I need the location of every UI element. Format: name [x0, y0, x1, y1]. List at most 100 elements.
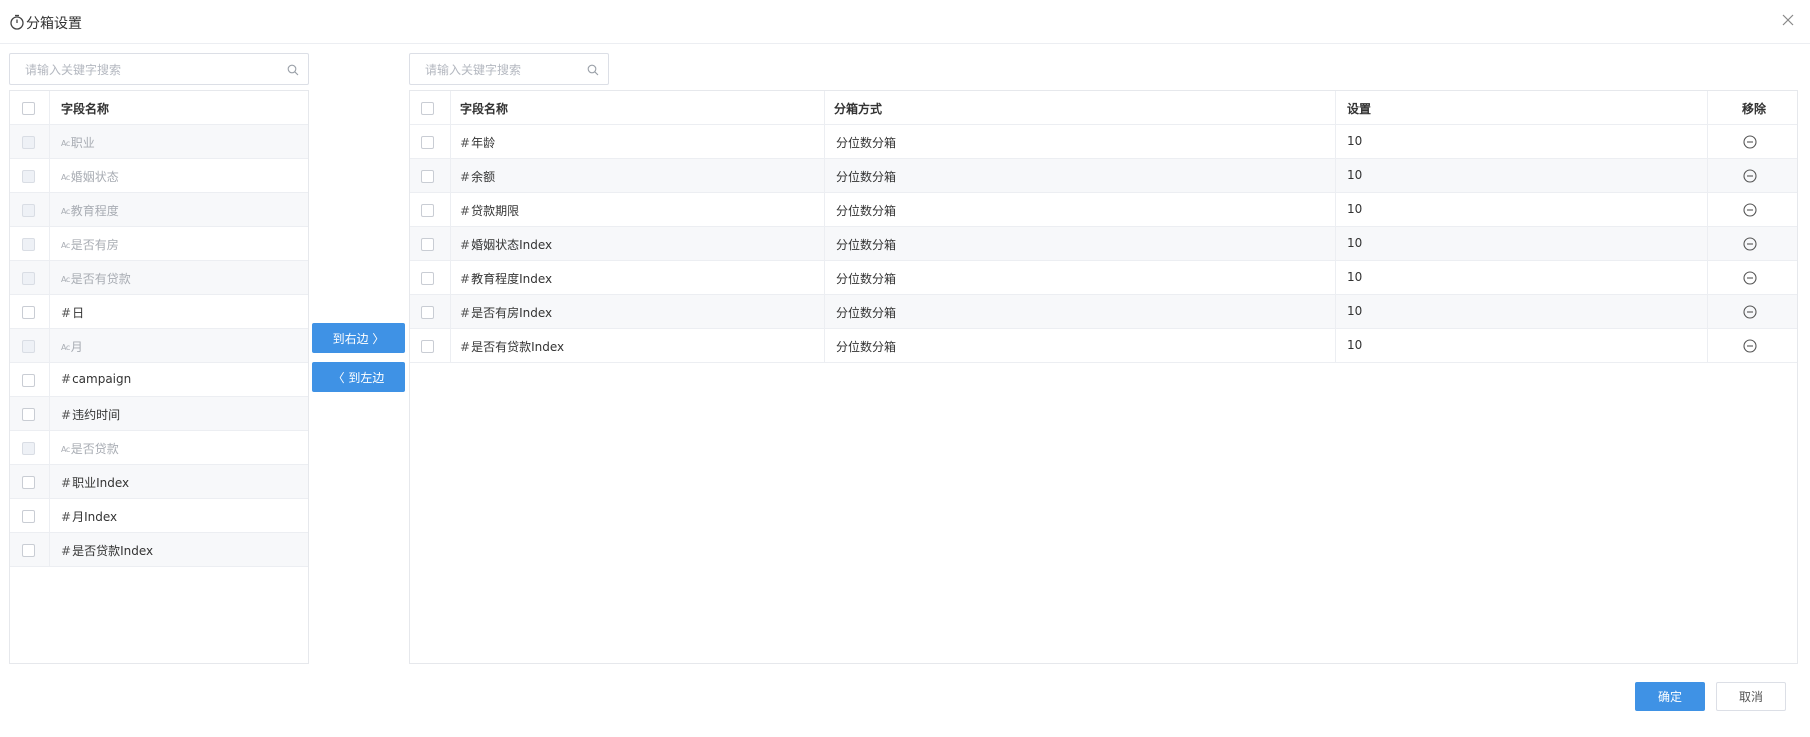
binning-field-checkbox[interactable]: [421, 340, 434, 353]
source-field-row[interactable]: #是否贷款Index: [10, 533, 308, 567]
source-field-row[interactable]: #月Index: [10, 499, 308, 533]
source-field-checkbox[interactable]: [22, 476, 35, 489]
binning-method-select[interactable]: 分位数分箱: [836, 338, 896, 355]
search-icon[interactable]: [587, 64, 599, 76]
source-field-label: campaign: [72, 372, 132, 386]
source-field-name: #campaign: [61, 372, 131, 386]
column-divider: [824, 227, 825, 260]
binning-method-select[interactable]: 分位数分箱: [836, 168, 896, 185]
binning-field-label: 是否有贷款Index: [471, 340, 565, 354]
minus-circle-icon[interactable]: [1742, 338, 1758, 354]
left-search-box: [9, 53, 309, 85]
column-divider: [1335, 91, 1336, 124]
binning-settings-dialog: 分箱设置 字段名称 Ac职业Ac婚姻状态Ac教育程度Ac是否有房Ac是否有贷款#…: [0, 0, 1810, 737]
numeric-type-icon: #: [61, 372, 72, 386]
binning-field-checkbox[interactable]: [421, 136, 434, 149]
text-type-icon: Ac: [61, 343, 70, 352]
source-field-checkbox[interactable]: [22, 306, 35, 319]
binning-setting-value[interactable]: 10: [1347, 338, 1362, 352]
source-field-row[interactable]: #违约时间: [10, 397, 308, 431]
column-divider: [1707, 91, 1708, 124]
source-field-name: Ac教育程度: [61, 202, 119, 219]
binning-method-select[interactable]: 分位数分箱: [836, 236, 896, 253]
source-field-label: 月: [70, 340, 83, 354]
binning-field-table: 字段名称 分箱方式 设置 移除 #年龄 分位数分箱 10 #余额 分位数分箱 10 #贷款期…: [409, 90, 1798, 664]
minus-circle-icon[interactable]: [1742, 270, 1758, 286]
binning-field-checkbox[interactable]: [421, 272, 434, 285]
binning-method-select[interactable]: 分位数分箱: [836, 304, 896, 321]
source-field-checkbox[interactable]: [22, 510, 35, 523]
right-header-row: 字段名称 分箱方式 设置 移除: [410, 91, 1797, 125]
binning-field-label: 余额: [471, 170, 496, 184]
source-field-label: 月Index: [72, 510, 118, 524]
right-search-input[interactable]: [425, 61, 575, 79]
numeric-type-icon: #: [61, 544, 72, 558]
source-field-checkbox: [22, 442, 35, 455]
column-divider: [49, 295, 50, 328]
text-type-icon: Ac: [61, 139, 70, 148]
left-select-all-checkbox[interactable]: [22, 102, 35, 115]
source-field-checkbox[interactable]: [22, 544, 35, 557]
binning-setting-value[interactable]: 10: [1347, 304, 1362, 318]
close-icon[interactable]: [1780, 12, 1796, 28]
binning-setting-value[interactable]: 10: [1347, 134, 1362, 148]
column-divider: [49, 363, 50, 396]
binning-setting-value[interactable]: 10: [1347, 236, 1362, 250]
source-field-label: 教育程度: [70, 204, 119, 218]
text-type-icon: Ac: [61, 241, 70, 250]
binning-field-row: #余额 分位数分箱 10: [410, 159, 1797, 193]
column-divider: [1335, 227, 1336, 260]
binning-field-name: #是否有房Index: [460, 304, 552, 321]
left-search-input[interactable]: [25, 61, 275, 79]
column-divider: [49, 329, 50, 362]
minus-circle-icon[interactable]: [1742, 202, 1758, 218]
binning-method-select[interactable]: 分位数分箱: [836, 202, 896, 219]
binning-field-row: #教育程度Index 分位数分箱 10: [410, 261, 1797, 295]
source-field-row: Ac职业: [10, 125, 308, 159]
binning-field-checkbox[interactable]: [421, 204, 434, 217]
column-divider: [49, 159, 50, 192]
source-field-list: 字段名称 Ac职业 Ac婚姻状态 Ac教育程度 Ac是否有房 Ac是否有贷款 #日 Ac月 #…: [9, 90, 309, 664]
right-select-all-checkbox[interactable]: [421, 102, 434, 115]
text-type-icon: Ac: [61, 445, 70, 454]
column-divider: [49, 125, 50, 158]
source-field-row[interactable]: #职业Index: [10, 465, 308, 499]
header-binning-method: 分箱方式: [834, 102, 883, 116]
column-divider: [1335, 295, 1336, 328]
column-divider: [1707, 125, 1708, 158]
source-field-label: 是否有贷款: [70, 272, 131, 286]
move-to-right-button[interactable]: 到右边 〉: [312, 323, 405, 353]
binning-field-row: #年龄 分位数分箱 10: [410, 125, 1797, 159]
source-field-row[interactable]: #campaign: [10, 363, 308, 397]
minus-circle-icon[interactable]: [1742, 304, 1758, 320]
binning-field-label: 是否有房Index: [471, 306, 553, 320]
binning-field-checkbox[interactable]: [421, 238, 434, 251]
confirm-button[interactable]: 确定: [1635, 682, 1705, 711]
search-icon[interactable]: [287, 64, 299, 76]
column-divider: [450, 91, 451, 124]
timer-icon: [10, 14, 24, 30]
source-field-name: Ac月: [61, 338, 83, 355]
source-field-name: Ac职业: [61, 134, 95, 151]
binning-method-select[interactable]: 分位数分箱: [836, 134, 896, 151]
minus-circle-icon[interactable]: [1742, 134, 1758, 150]
minus-circle-icon[interactable]: [1742, 236, 1758, 252]
source-field-name: #月Index: [61, 508, 117, 525]
binning-setting-value[interactable]: 10: [1347, 202, 1362, 216]
header-remove: 移除: [1742, 102, 1767, 116]
numeric-type-icon: #: [61, 408, 72, 422]
binning-method-select[interactable]: 分位数分箱: [836, 270, 896, 287]
move-to-left-button[interactable]: 〈 到左边: [312, 362, 405, 392]
minus-circle-icon[interactable]: [1742, 168, 1758, 184]
column-divider: [49, 91, 50, 124]
source-field-checkbox[interactable]: [22, 374, 35, 387]
text-type-icon: Ac: [61, 275, 70, 284]
binning-setting-value[interactable]: 10: [1347, 168, 1362, 182]
binning-field-checkbox[interactable]: [421, 306, 434, 319]
binning-field-checkbox[interactable]: [421, 170, 434, 183]
source-field-row[interactable]: #日: [10, 295, 308, 329]
cancel-button[interactable]: 取消: [1716, 682, 1786, 711]
binning-setting-value[interactable]: 10: [1347, 270, 1362, 284]
source-field-name: #职业Index: [61, 474, 129, 491]
source-field-checkbox[interactable]: [22, 408, 35, 421]
